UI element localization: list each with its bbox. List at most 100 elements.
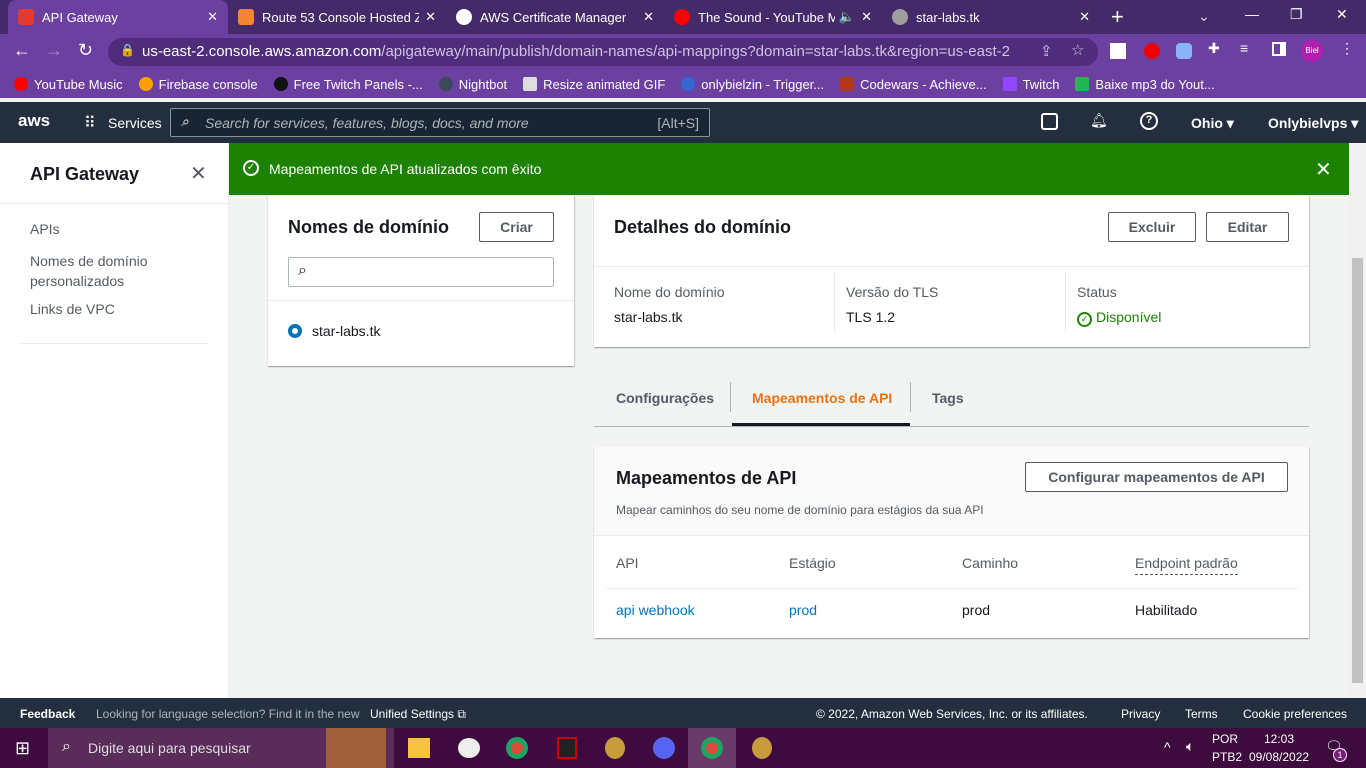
globe-icon — [892, 9, 908, 25]
account-menu[interactable]: Onlybielvps ▾ — [1268, 115, 1358, 132]
unified-settings-link[interactable]: Unified Settings ⧉ — [370, 707, 466, 722]
tab-star-labs[interactable]: star-labs.tk ✕ — [882, 0, 1100, 34]
discord-icon[interactable] — [653, 737, 675, 759]
tab-acm[interactable]: AWS Certificate Manager ✕ — [446, 0, 664, 34]
share-icon[interactable]: ⇪ — [1040, 42, 1053, 60]
chrome-icon[interactable] — [701, 737, 723, 759]
bookmark[interactable]: Free Twitch Panels -... — [273, 77, 423, 92]
extensions-puzzle-icon[interactable]: ✚ — [1208, 40, 1220, 57]
cookie-preferences-link[interactable]: Cookie preferences — [1243, 707, 1347, 721]
close-window-button[interactable]: ✕ — [1336, 6, 1348, 23]
bookmark[interactable]: Firebase console — [138, 77, 258, 92]
close-tab-icon[interactable]: ✕ — [643, 9, 654, 25]
tab-search-icon[interactable]: ⌄ — [1198, 8, 1210, 25]
clock-date[interactable]: 09/08/2022 — [1249, 750, 1309, 764]
aws-search-input[interactable]: ⌕ Search for services, features, blogs, … — [170, 108, 710, 137]
audio-icon[interactable]: 🔈 — [839, 9, 855, 25]
tab-route53[interactable]: Route 53 Console Hosted Zones ✕ — [228, 0, 446, 34]
extension-icon[interactable] — [1176, 43, 1192, 59]
aws-logo[interactable]: aws — [18, 111, 50, 131]
dismiss-flash-icon[interactable]: ✕ — [1315, 157, 1332, 182]
configure-mappings-button[interactable]: Configurar mapeamentos de API — [1025, 462, 1288, 492]
windows-start-icon[interactable]: ⊞ — [15, 738, 30, 759]
scrollbar-thumb[interactable] — [1352, 258, 1363, 683]
close-tab-icon[interactable]: ✕ — [861, 9, 872, 25]
sidebar-item-vpc-links[interactable]: Links de VPC — [30, 301, 115, 317]
url-host: us-east-2.console.aws.amazon.com — [142, 43, 382, 60]
column-header-tooltip[interactable]: Endpoint padrão — [1135, 555, 1238, 575]
minimize-button[interactable]: — — [1245, 6, 1259, 22]
qr-extension-icon[interactable] — [1110, 43, 1126, 59]
edit-button[interactable]: Editar — [1206, 212, 1289, 242]
domain-names-panel: Nomes de domínio Criar ⌕ star-labs.tk — [268, 195, 574, 366]
bookmark[interactable]: onlybielzin - Trigger... — [681, 77, 824, 92]
bookmark[interactable]: Codewars - Achieve... — [840, 77, 987, 92]
feedback-link[interactable]: Feedback — [20, 707, 75, 721]
privacy-link[interactable]: Privacy — [1121, 707, 1160, 721]
adblock-icon[interactable] — [1144, 43, 1160, 59]
tray-chevron-icon[interactable]: ^ — [1164, 739, 1171, 755]
chrome-icon[interactable] — [506, 737, 528, 759]
clock-time[interactable]: 12:03 — [1264, 732, 1294, 746]
domain-search-input[interactable]: ⌕ — [288, 257, 554, 287]
tab-youtube-music[interactable]: The Sound - YouTube Music🔈 ✕ — [664, 0, 882, 34]
side-panel-icon[interactable] — [1272, 42, 1286, 56]
api-link[interactable]: api webhook — [616, 602, 695, 618]
tab-api-mappings[interactable]: Mapeamentos de API — [752, 390, 892, 406]
route53-favicon — [238, 9, 254, 25]
notification-badge: 1 — [1333, 748, 1347, 762]
region-selector[interactable]: Ohio ▾ — [1191, 115, 1234, 132]
profile-avatar[interactable]: Biel — [1301, 40, 1323, 62]
table-row: api webhook prod prod Habilitado — [594, 588, 1309, 628]
bookmark[interactable]: YouTube Music — [14, 77, 123, 92]
valorant-icon[interactable] — [557, 737, 577, 759]
delete-button[interactable]: Excluir — [1108, 212, 1196, 242]
help-icon[interactable]: ? — [1140, 112, 1158, 130]
forward-icon[interactable]: → — [45, 40, 63, 61]
tab-configuracoes[interactable]: Configurações — [616, 390, 714, 406]
bookmark[interactable]: Baixe mp3 do Yout... — [1075, 77, 1215, 92]
panel-title: Nomes de domínio — [288, 217, 450, 237]
bookmark[interactable]: Resize animated GIF — [523, 77, 665, 92]
reload-icon[interactable]: ↻ — [78, 40, 93, 61]
address-bar[interactable]: 🔒 us-east-2.console.aws.amazon.com/apiga… — [108, 38, 1098, 66]
cloudshell-icon[interactable] — [1041, 113, 1058, 130]
close-sidebar-icon[interactable]: ✕ — [190, 161, 207, 186]
grid-icon[interactable]: ⠿ — [84, 113, 96, 133]
domain-details-panel: Detalhes do domínio Excluir Editar Nome … — [594, 195, 1309, 347]
league-client-icon[interactable] — [605, 737, 625, 759]
scrollbar[interactable] — [1349, 143, 1366, 698]
radio-selected[interactable] — [288, 324, 302, 338]
column-header: Caminho — [962, 555, 1019, 571]
close-tab-icon[interactable]: ✕ — [1079, 9, 1090, 25]
close-tab-icon[interactable]: ✕ — [425, 9, 436, 25]
taskbar-search[interactable]: ⌕ Digite aqui para pesquisar — [48, 728, 394, 768]
menu-icon[interactable]: ⋮ — [1340, 40, 1354, 57]
bookmark[interactable]: Twitch — [1002, 77, 1059, 92]
app-icon[interactable] — [458, 738, 480, 758]
input-language[interactable]: POR — [1212, 732, 1238, 746]
bookmark-star-icon[interactable]: ☆ — [1071, 41, 1084, 59]
terms-link[interactable]: Terms — [1185, 707, 1218, 721]
sidebar: API Gateway ✕ APIs Nomes de domínio pers… — [0, 143, 229, 698]
column-header: Estágio — [789, 555, 836, 571]
tab-tags[interactable]: Tags — [932, 390, 964, 406]
file-explorer-icon[interactable] — [408, 738, 430, 758]
league-icon[interactable] — [752, 737, 772, 759]
domain-item[interactable]: star-labs.tk — [312, 323, 380, 339]
notifications-bell-icon[interactable]: 🔔︎ — [1090, 112, 1108, 129]
volume-icon[interactable]: 🔈︎ — [1186, 738, 1194, 755]
sidebar-item-custom-domains[interactable]: Nomes de domínio personalizados — [30, 251, 180, 291]
back-icon[interactable]: ← — [13, 40, 31, 61]
create-button[interactable]: Criar — [479, 212, 554, 242]
close-tab-icon[interactable]: ✕ — [207, 9, 218, 25]
tab-api-gateway[interactable]: API Gateway ✕ — [8, 0, 228, 34]
keyboard-layout[interactable]: PTB2 — [1212, 750, 1242, 764]
media-control-icon[interactable]: ≡ — [1240, 40, 1248, 56]
sidebar-item-apis[interactable]: APIs — [30, 221, 60, 237]
stage-link[interactable]: prod — [789, 602, 817, 618]
bookmark[interactable]: Nightbot — [438, 77, 507, 92]
restore-button[interactable]: ❐ — [1290, 6, 1303, 23]
new-tab-button[interactable]: + — [1111, 4, 1124, 30]
services-menu[interactable]: Services — [108, 115, 162, 131]
